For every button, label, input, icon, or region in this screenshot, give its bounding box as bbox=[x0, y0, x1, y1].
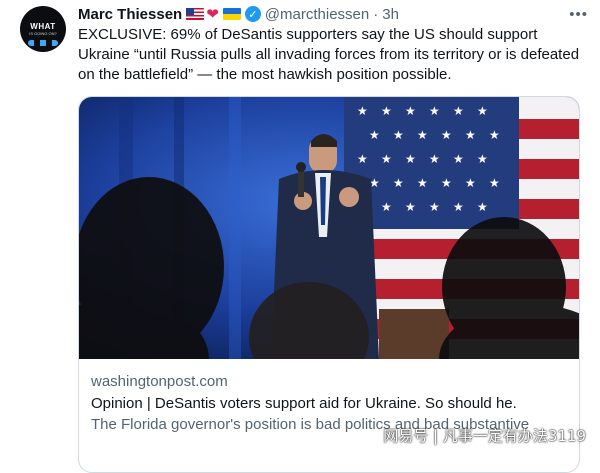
article-photo: ★★★★★★ ★★★★★★ ★★★★★★ ★★★★★★ ★★★★★★ bbox=[79, 97, 579, 359]
svg-text:★: ★ bbox=[357, 152, 368, 166]
avatar-text: WHAT bbox=[30, 21, 56, 31]
svg-text:★: ★ bbox=[453, 200, 464, 214]
card-title[interactable]: Opinion | DeSantis voters support aid fo… bbox=[91, 395, 517, 412]
svg-text:★: ★ bbox=[381, 104, 392, 118]
svg-text:★: ★ bbox=[405, 200, 416, 214]
us-flag-icon bbox=[186, 8, 205, 20]
ukraine-flag-icon bbox=[222, 8, 241, 20]
svg-text:★: ★ bbox=[489, 128, 500, 142]
avatar-subtext: IS GOING ON? bbox=[29, 30, 57, 36]
author-handle[interactable]: @marcthiessen bbox=[265, 6, 369, 23]
svg-text:★: ★ bbox=[477, 200, 488, 214]
svg-text:★: ★ bbox=[465, 128, 476, 142]
svg-text:★: ★ bbox=[453, 152, 464, 166]
svg-text:★: ★ bbox=[441, 176, 452, 190]
svg-text:★: ★ bbox=[381, 152, 392, 166]
verified-badge-icon: ✓ bbox=[244, 6, 261, 22]
svg-text:★: ★ bbox=[405, 104, 416, 118]
separator: · bbox=[373, 5, 379, 23]
svg-text:★: ★ bbox=[429, 200, 440, 214]
svg-text:★: ★ bbox=[393, 128, 404, 142]
svg-text:★: ★ bbox=[405, 152, 416, 166]
more-options-icon[interactable]: ••• bbox=[569, 6, 588, 23]
svg-text:★: ★ bbox=[477, 152, 488, 166]
author-name[interactable]: Marc Thiessen bbox=[78, 6, 182, 23]
card-domain[interactable]: washingtonpost.com bbox=[91, 373, 228, 390]
svg-text:★: ★ bbox=[381, 200, 392, 214]
red-heart-icon: ❤ bbox=[206, 6, 219, 23]
svg-text:★: ★ bbox=[465, 176, 476, 190]
avatar-logo-icon bbox=[28, 40, 58, 46]
svg-text:★: ★ bbox=[417, 128, 428, 142]
svg-text:★: ★ bbox=[369, 128, 380, 142]
svg-text:★: ★ bbox=[453, 104, 464, 118]
svg-text:★: ★ bbox=[441, 128, 452, 142]
link-card[interactable]: ★★★★★★ ★★★★★★ ★★★★★★ ★★★★★★ ★★★★★★ bbox=[78, 96, 580, 473]
svg-text:★: ★ bbox=[357, 104, 368, 118]
tweet-timestamp[interactable]: 3h bbox=[382, 6, 399, 23]
tweet-text: EXCLUSIVE: 69% of DeSantis supporters sa… bbox=[78, 26, 580, 83]
svg-text:★: ★ bbox=[429, 152, 440, 166]
tweet-header: Marc Thiessen ❤ ✓ @marcthiessen · 3h bbox=[78, 4, 399, 24]
svg-text:★: ★ bbox=[417, 176, 428, 190]
avatar[interactable]: WHAT IS GOING ON? bbox=[20, 6, 66, 52]
svg-text:★: ★ bbox=[393, 176, 404, 190]
svg-text:★: ★ bbox=[489, 176, 500, 190]
svg-text:★: ★ bbox=[429, 104, 440, 118]
watermark: 网易号 | 凡事一定有办法3119 bbox=[383, 427, 586, 445]
svg-text:★: ★ bbox=[477, 104, 488, 118]
